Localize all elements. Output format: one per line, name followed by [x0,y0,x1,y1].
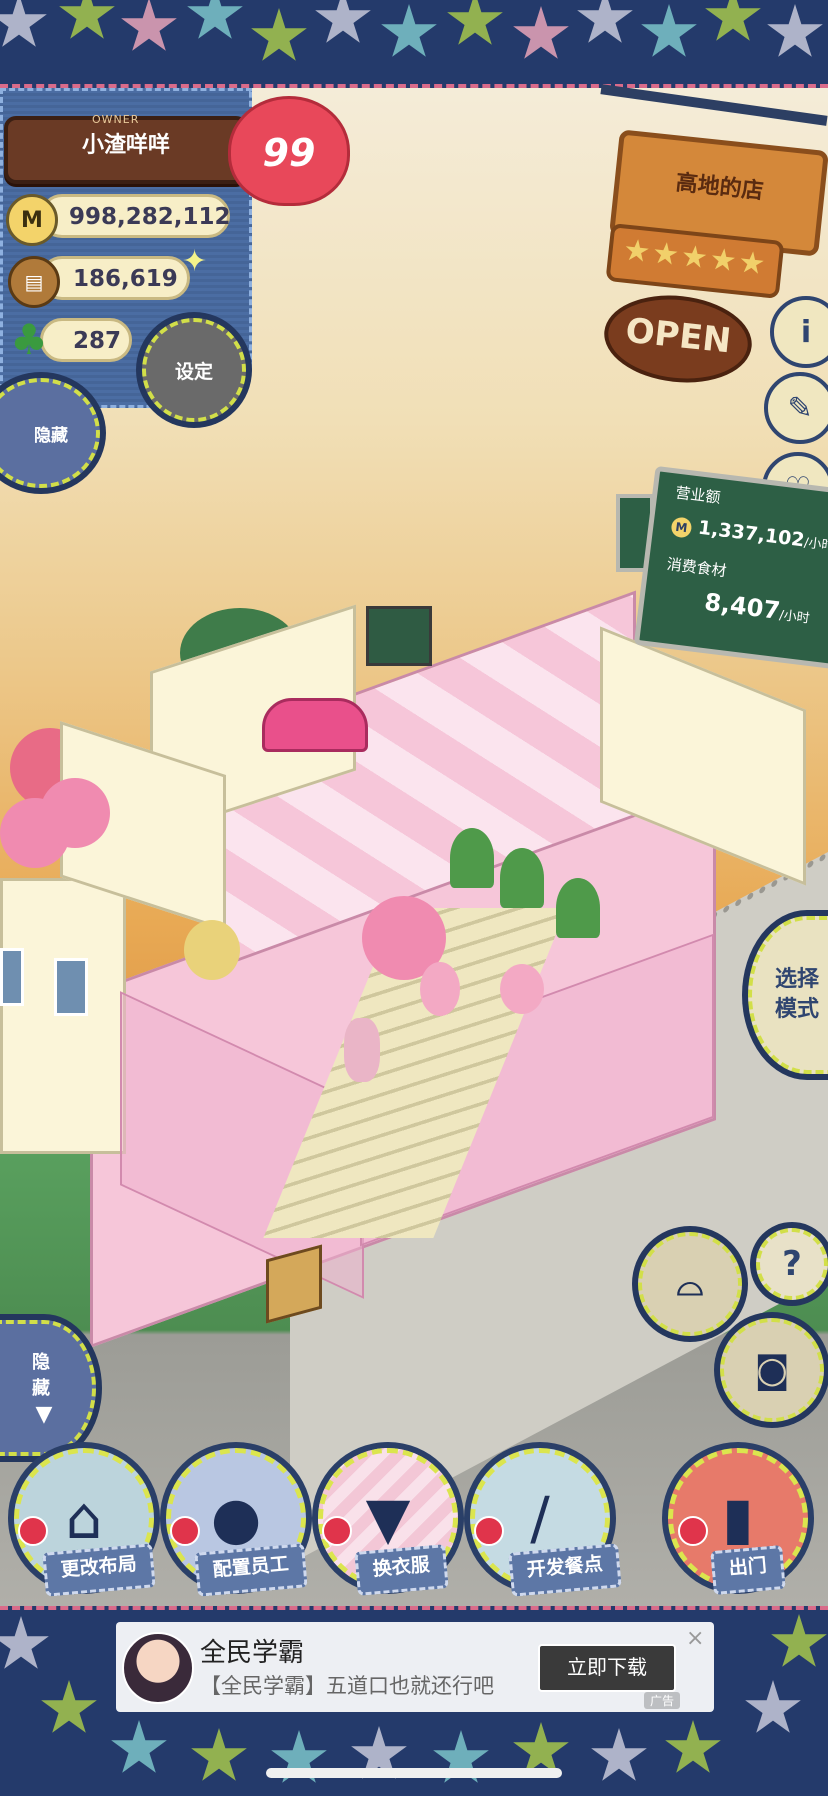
ingredients-value: 186,619 [73,266,178,292]
coin-icon: M [6,194,58,246]
help-button[interactable]: ? [756,1228,828,1300]
consume-row: 8,407/小时 [702,587,811,627]
revenue-label: 营业额 [674,483,722,507]
home-indicator[interactable] [266,1768,562,1778]
piano[interactable] [262,698,368,752]
owner-name: 小渣咩咩 [81,133,170,158]
revenue-value: 1,337,102 [696,516,806,552]
left-wall [0,878,126,1154]
pin-icon [170,1516,200,1546]
restaurant-building[interactable] [0,578,828,1348]
knife-icon: / [530,1484,550,1552]
table-icon: ⌂ [65,1484,103,1552]
close-icon[interactable]: × [686,1626,704,1651]
ad-description: 【全民学霸】五道口也就还行吧 [200,1674,494,1698]
character-customer[interactable] [344,1018,380,1082]
pink-tree [40,778,110,848]
shirt-icon: ▼ [365,1484,411,1552]
clover-stat: 287 [40,318,132,362]
clover-icon: ♣ [10,314,48,364]
sparkle-icon: ✦ [182,244,208,279]
pin-icon [322,1516,352,1546]
menu-board [366,606,432,666]
ad-tag: 广告 [644,1692,681,1709]
hat-icon: ⌓ [676,1264,704,1304]
level-value: 99 [262,131,316,175]
owner-caption: OWNER [92,113,140,126]
ad-title: 全民学霸 [200,1638,305,1668]
door-icon: ▮ [722,1484,754,1552]
ingredients-basket-icon: ▤ [8,256,60,308]
ad-avatar [122,1632,194,1704]
camera-button[interactable]: ◙ [720,1318,824,1422]
ingredients-stat: 186,619 [40,256,190,300]
money-stat: 998,282,112 [40,194,231,238]
ad-banner[interactable]: 全民学霸 【全民学霸】五道口也就还行吧 立即下载 × 广告 [116,1622,714,1712]
menu-label-outfit: 换衣服 [354,1544,449,1596]
plant [450,828,494,888]
owner-name-plate: 小渣咩咩 [4,116,248,184]
revenue-row: M 1,337,102/小时 [670,513,828,556]
hat-button[interactable]: ⌓ [638,1232,742,1336]
level-heart-badge[interactable]: 99 [228,96,350,206]
consume-label: 消费食材 [665,555,728,581]
camera-icon: ◙ [754,1349,790,1391]
window [54,958,88,1016]
menu-label-go-out: 出门 [710,1544,786,1596]
income-board[interactable]: 营业额 M 1,337,102/小时 消费食材 8,407/小时 [633,465,828,671]
settings-button[interactable]: 设定 [142,318,246,422]
pin-icon [18,1516,48,1546]
shop-name: 高地的店 [674,170,765,205]
character-staff[interactable] [420,962,460,1016]
character-staff[interactable] [500,964,544,1014]
top-star-border [0,0,828,88]
clover-value: 287 [73,328,122,354]
coin-icon: M [670,516,693,539]
character-bunny[interactable] [184,920,240,980]
book-icon[interactable]: ✎ [764,372,828,444]
bear-icon: ● [210,1484,262,1552]
ad-download-button[interactable]: 立即下载 [538,1644,676,1692]
consume-value: 8,407 [702,587,782,625]
pin-icon [678,1516,708,1546]
arrow-down-icon: ▼ [35,1401,53,1427]
plant [500,848,544,908]
money-value: 998,282,112 [69,204,231,230]
window [0,948,24,1006]
plant [556,878,600,938]
pin-icon [474,1516,504,1546]
